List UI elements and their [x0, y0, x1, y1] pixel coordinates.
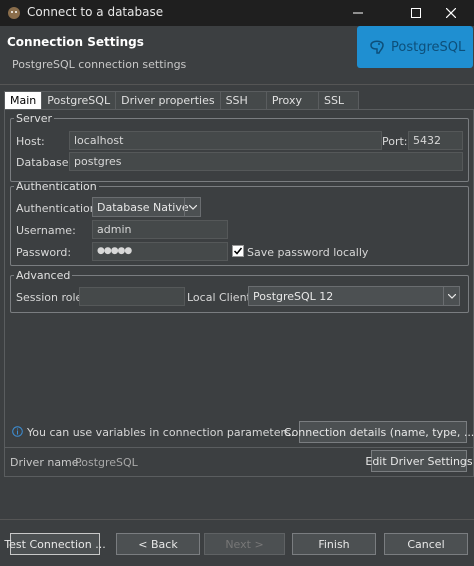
- port-label: Port:: [382, 135, 408, 148]
- database-input[interactable]: postgres: [69, 152, 463, 171]
- title-bar: Connect to a database: [0, 0, 474, 26]
- tab-ssh[interactable]: SSH: [219, 91, 267, 109]
- tab-main[interactable]: Main: [4, 91, 43, 109]
- back-button[interactable]: < Back: [116, 533, 200, 555]
- password-input[interactable]: ●●●●●: [92, 242, 228, 261]
- session-role-label: Session role:: [16, 291, 87, 304]
- maximize-icon: [411, 8, 421, 18]
- username-input[interactable]: admin: [92, 220, 228, 239]
- chevron-down-icon: [184, 198, 200, 216]
- main-tab-panel: Server Host: localhost Port: 5432 Databa…: [4, 109, 474, 477]
- header-divider: [0, 84, 474, 85]
- dbeaver-beaver-icon: [8, 7, 20, 19]
- edit-driver-settings-button[interactable]: Edit Driver Settings: [365, 450, 473, 472]
- next-button[interactable]: Next >: [204, 533, 285, 555]
- username-label: Username:: [16, 224, 76, 237]
- save-password-checkbox[interactable]: [232, 245, 244, 257]
- connection-details-button[interactable]: Connection details (name, type, ... ): [284, 421, 474, 443]
- password-label: Password:: [16, 246, 72, 259]
- local-client-select-value: PostgreSQL 12: [253, 290, 334, 303]
- database-label: Database:: [16, 156, 73, 169]
- info-icon: [12, 426, 23, 437]
- driver-divider: [5, 447, 473, 448]
- save-password-label: Save password locally: [247, 246, 369, 259]
- tab-bar: Main PostgreSQL Driver properties SSH Pr…: [4, 91, 360, 109]
- tab-driver-properties[interactable]: Driver properties: [115, 91, 221, 109]
- advanced-legend: Advanced: [16, 269, 71, 282]
- session-role-input[interactable]: [79, 287, 185, 306]
- chevron-down-icon: [443, 287, 459, 305]
- logo-text: PostgreSQL: [391, 39, 466, 55]
- authentication-select-value: Database Native: [97, 201, 189, 214]
- authentication-legend: Authentication: [16, 180, 97, 193]
- postgresql-logo: PostgreSQL: [357, 26, 473, 68]
- tab-postgresql[interactable]: PostgreSQL: [41, 91, 117, 109]
- footer-divider: [0, 519, 474, 520]
- tab-ssl[interactable]: SSL: [317, 91, 360, 109]
- minimize-icon: [353, 12, 363, 14]
- host-input[interactable]: localhost: [69, 131, 382, 150]
- variables-hint: You can use variables in connection para…: [27, 426, 295, 439]
- window-title: Connect to a database: [27, 5, 164, 19]
- authentication-select[interactable]: Database Native: [92, 197, 201, 217]
- server-legend: Server: [16, 112, 53, 125]
- close-button[interactable]: [428, 0, 474, 26]
- cancel-button[interactable]: Cancel: [384, 533, 468, 555]
- finish-button[interactable]: Finish: [292, 533, 376, 555]
- test-connection-button[interactable]: Test Connection ...: [4, 533, 106, 555]
- page-subtitle: PostgreSQL connection settings: [12, 58, 187, 71]
- page-title: Connection Settings: [7, 35, 144, 49]
- local-client-label: Local Client:: [187, 291, 255, 304]
- checkmark-icon: [233, 247, 243, 255]
- tab-proxy[interactable]: Proxy: [265, 91, 319, 109]
- driver-name-value: PostgreSQL: [75, 456, 138, 469]
- authentication-label: Authentication:: [16, 202, 101, 215]
- port-input[interactable]: 5432: [408, 131, 463, 150]
- dialog-header: Connection Settings PostgreSQL connectio…: [0, 26, 474, 84]
- postgresql-elephant-icon: [370, 40, 384, 54]
- local-client-select[interactable]: PostgreSQL 12: [248, 286, 460, 306]
- close-icon: [446, 8, 456, 18]
- driver-name-label: Driver name:: [10, 456, 83, 469]
- minimize-button[interactable]: [335, 0, 381, 26]
- host-label: Host:: [16, 135, 45, 148]
